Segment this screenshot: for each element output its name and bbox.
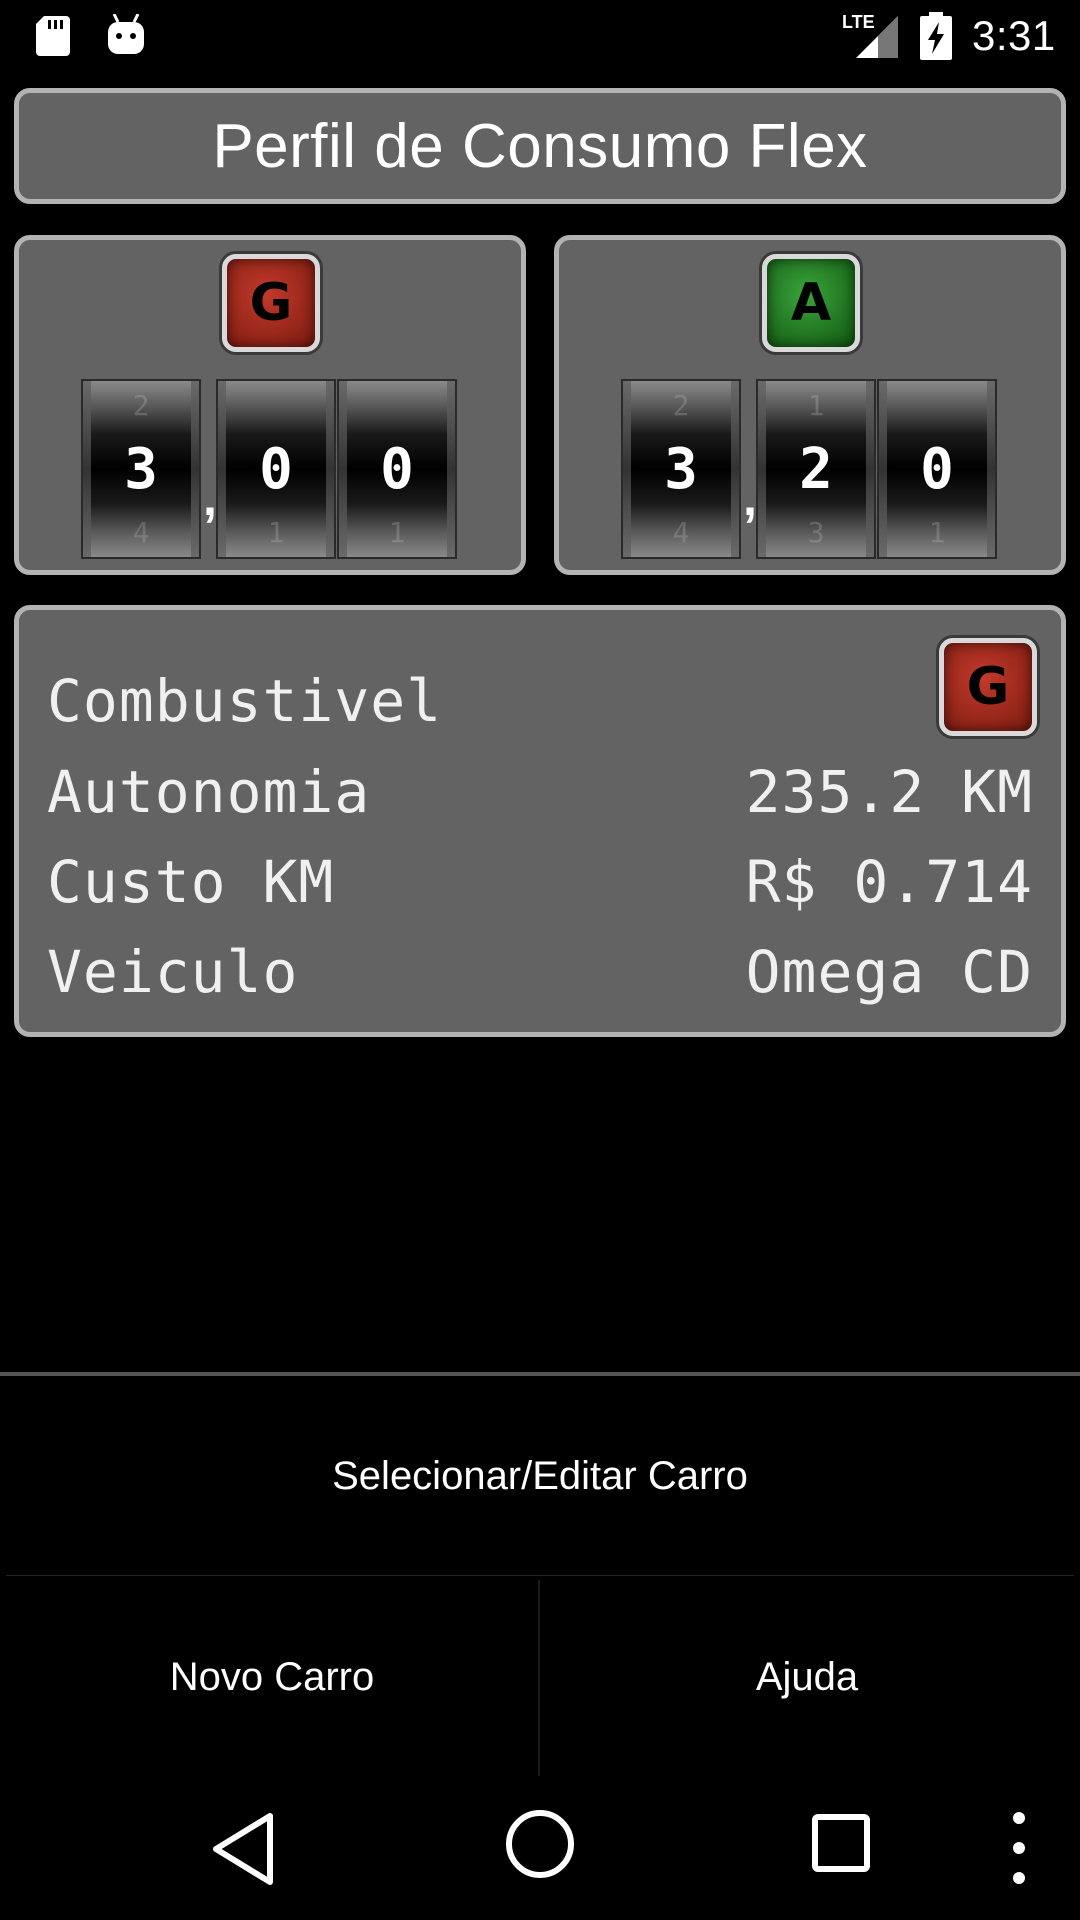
price-drum[interactable]: 2 3 4 (81, 379, 201, 559)
gasoline-badge: G (222, 254, 320, 352)
consumption-info-panel: G Combustivel Autonomia 235.2 KM Custo K… (14, 605, 1066, 1037)
gasoline-price-odometer: 2 3 4 , 0 1 0 1 (81, 379, 461, 559)
info-value: Omega CD (745, 938, 1033, 1006)
decimal-separator: , (203, 470, 217, 526)
info-label: Autonomia (47, 758, 371, 826)
menu-divider (0, 1372, 1080, 1376)
battery-charging-icon (920, 12, 952, 60)
sd-card-icon (36, 16, 70, 56)
lte-signal-icon (856, 16, 898, 58)
drum-digit: 0 (380, 436, 414, 502)
info-value: R$ 0.714 (745, 848, 1033, 916)
new-car-button[interactable]: Novo Carro (6, 1578, 538, 1776)
drum-digit: 3 (124, 436, 158, 502)
gasoline-price-panel[interactable]: G 2 3 4 , 0 1 0 1 (14, 235, 526, 575)
alcohol-price-odometer: 2 3 4 , 1 2 3 0 1 (621, 379, 1001, 559)
clock: 3:31 (972, 12, 1056, 59)
decimal-separator: , (743, 470, 757, 526)
select-edit-car-button[interactable]: Selecionar/Editar Carro (6, 1378, 1074, 1576)
drum-ghost-digit: 1 (388, 516, 406, 549)
drum-ghost-digit: 3 (807, 516, 825, 549)
help-button[interactable]: Ajuda (540, 1578, 1074, 1776)
info-label: Custo KM (47, 848, 335, 916)
overflow-menu-icon[interactable] (1004, 1806, 1034, 1890)
page-title: Perfil de Consumo Flex (212, 111, 868, 181)
drum-ghost-digit: 1 (267, 516, 285, 549)
recent-apps-icon[interactable] (812, 1814, 870, 1872)
drum-ghost-digit: 1 (807, 389, 825, 422)
drum-digit: 0 (920, 436, 954, 502)
alcohol-price-panel[interactable]: A 2 3 4 , 1 2 3 0 1 (554, 235, 1066, 575)
android-debug-icon (108, 14, 144, 54)
back-icon[interactable] (210, 1812, 280, 1886)
navigation-bar (0, 1776, 1080, 1920)
drum-ghost-digit: 1 (928, 516, 946, 549)
info-row-fuel: Combustivel (47, 667, 1033, 735)
price-drum[interactable]: 0 1 (216, 379, 336, 559)
price-drum[interactable]: 0 1 (337, 379, 457, 559)
alcohol-badge: A (762, 254, 860, 352)
info-value: 235.2 KM (745, 758, 1033, 826)
drum-ghost-digit: 4 (132, 516, 150, 549)
status-bar: LTE 3:31 (0, 0, 1080, 72)
drum-ghost-digit: 4 (672, 516, 690, 549)
info-label: Veiculo (47, 938, 299, 1006)
home-icon[interactable] (504, 1808, 576, 1880)
info-row-range: Autonomia 235.2 KM (47, 758, 1033, 826)
price-drum[interactable]: 1 2 3 (756, 379, 876, 559)
drum-digit: 3 (664, 436, 698, 502)
drum-ghost-digit: 2 (132, 389, 150, 422)
info-row-cost-per-km: Custo KM R$ 0.714 (47, 848, 1033, 916)
price-drum[interactable]: 0 1 (877, 379, 997, 559)
price-drum[interactable]: 2 3 4 (621, 379, 741, 559)
info-row-vehicle: Veiculo Omega CD (47, 938, 1033, 1006)
drum-ghost-digit: 2 (672, 389, 690, 422)
drum-digit: 2 (799, 436, 833, 502)
drum-digit: 0 (259, 436, 293, 502)
info-label: Combustivel (47, 667, 443, 735)
title-panel: Perfil de Consumo Flex (14, 88, 1066, 204)
